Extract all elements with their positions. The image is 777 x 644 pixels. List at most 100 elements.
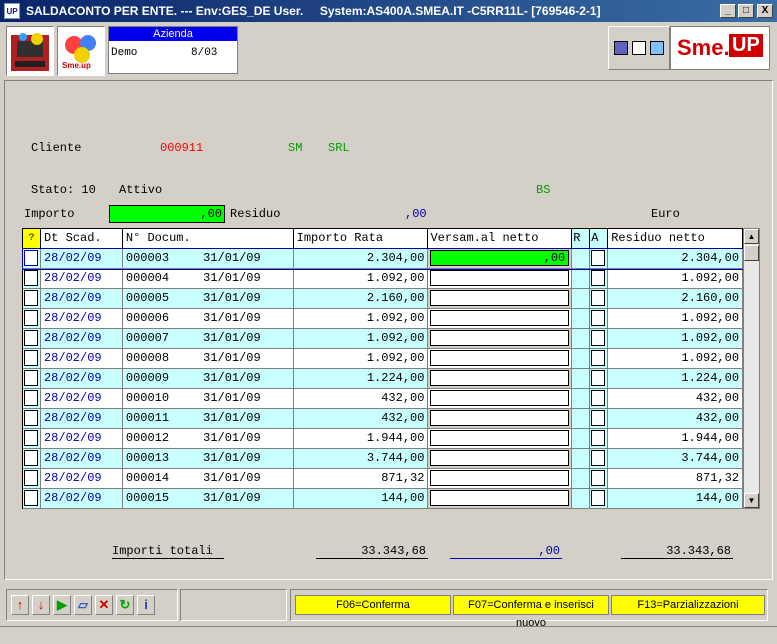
f06-confirm-button[interactable]: F06=Conferma	[295, 595, 451, 615]
versam-input[interactable]	[430, 310, 570, 326]
versam-input[interactable]: ,00	[430, 250, 570, 266]
row-select-checkbox[interactable]	[23, 329, 41, 349]
scroll-thumb[interactable]	[744, 245, 759, 261]
versam-input[interactable]	[430, 350, 570, 366]
a-checkbox[interactable]	[591, 430, 606, 446]
document-cell: 000005 31/01/09	[122, 289, 294, 309]
a-checkbox[interactable]	[591, 330, 606, 346]
table-row[interactable]: 28/02/09 000014 31/01/09 871,32 871,32	[23, 469, 744, 489]
versam-input[interactable]	[430, 410, 570, 426]
residuo-netto: 1.092,00	[608, 309, 744, 329]
versam-input[interactable]	[430, 370, 570, 386]
cliente-sm: SM	[288, 141, 303, 155]
title-bar: UP SALDACONTO PER ENTE. --- Env:GES_DE U…	[0, 0, 777, 22]
versam-cell	[428, 369, 573, 389]
a-checkbox[interactable]	[591, 270, 606, 286]
palette-icon[interactable]	[614, 41, 628, 55]
row-select-checkbox[interactable]	[23, 249, 41, 269]
doc-date: 31/01/09	[203, 271, 261, 285]
a-checkbox[interactable]	[591, 370, 606, 386]
play-icon[interactable]: ▶	[53, 595, 71, 615]
row-select-checkbox[interactable]	[23, 449, 41, 469]
info-icon[interactable]: i	[137, 595, 155, 615]
table-row[interactable]: 28/02/09 000009 31/01/09 1.224,00 1.224,00	[23, 369, 744, 389]
header-versam[interactable]: Versam.al netto	[428, 229, 573, 249]
row-select-checkbox[interactable]	[23, 289, 41, 309]
header-n-docum[interactable]: N° Docum.	[122, 229, 294, 249]
header-dt-scad[interactable]: Dt Scad.	[40, 229, 123, 249]
header-r[interactable]: R	[572, 229, 591, 249]
folder-icon[interactable]	[650, 41, 664, 55]
importo-input[interactable]: ,00	[109, 205, 225, 223]
versam-input[interactable]	[430, 330, 570, 346]
a-checkbox[interactable]	[591, 490, 606, 506]
arrow-up-icon[interactable]: ↑	[11, 595, 29, 615]
a-checkbox[interactable]	[591, 250, 606, 266]
importo-rata: 1.944,00	[293, 429, 429, 449]
table-row[interactable]: 28/02/09 000011 31/01/09 432,00 432,00	[23, 409, 744, 429]
a-checkbox[interactable]	[591, 410, 606, 426]
versam-input[interactable]	[430, 290, 570, 306]
table-row[interactable]: 28/02/09 000008 31/01/09 1.092,00 1.092,00	[23, 349, 744, 369]
row-select-checkbox[interactable]	[23, 269, 41, 289]
a-cell	[590, 489, 609, 509]
versam-input[interactable]	[430, 270, 570, 286]
table-row[interactable]: 28/02/09 000006 31/01/09 1.092,00 1.092,00	[23, 309, 744, 329]
doc-date: 31/01/09	[203, 291, 261, 305]
vertical-scrollbar[interactable]: ▲ ▼	[743, 228, 760, 509]
versam-input[interactable]	[430, 430, 570, 446]
r-cell	[572, 469, 591, 489]
maximize-button[interactable]: □	[738, 4, 754, 18]
azienda-period: 8/03	[191, 47, 218, 59]
header-residuo-netto[interactable]: Residuo netto	[608, 229, 744, 249]
row-select-checkbox[interactable]	[23, 389, 41, 409]
scroll-up-icon[interactable]: ▲	[744, 229, 759, 244]
row-select-checkbox[interactable]	[23, 309, 41, 329]
table-row[interactable]: 28/02/09 000005 31/01/09 2.160,00 2.160,00	[23, 289, 744, 309]
table-row[interactable]: 28/02/09 000004 31/01/09 1.092,00 1.092,00	[23, 269, 744, 289]
table-row[interactable]: 28/02/09 000003 31/01/09 2.304,00,00 2.304,0…	[22, 248, 744, 270]
scroll-down-icon[interactable]: ▼	[744, 493, 759, 508]
row-select-checkbox[interactable]	[23, 409, 41, 429]
document-icon[interactable]	[632, 41, 646, 55]
eraser-icon[interactable]: ▱	[74, 595, 92, 615]
row-select-checkbox[interactable]	[23, 369, 41, 389]
a-checkbox[interactable]	[591, 310, 606, 326]
versam-input[interactable]	[430, 470, 570, 486]
header-a[interactable]: A	[590, 229, 609, 249]
bs-code: BS	[536, 183, 551, 197]
smeup-small-logo[interactable]: Sme.up	[57, 26, 105, 76]
header-select[interactable]: ?	[23, 229, 41, 249]
toolbar-spacer	[180, 589, 287, 621]
minimize-button[interactable]: _	[720, 4, 736, 18]
doc-number: 000003	[125, 251, 170, 265]
document-cell: 000012 31/01/09	[122, 429, 294, 449]
a-checkbox[interactable]	[591, 450, 606, 466]
table-row[interactable]: 28/02/09 000007 31/01/09 1.092,00 1.092,00	[23, 329, 744, 349]
a-checkbox[interactable]	[591, 470, 606, 486]
row-select-checkbox[interactable]	[23, 349, 41, 369]
row-select-checkbox[interactable]	[23, 429, 41, 449]
program-logo[interactable]	[6, 26, 54, 76]
close-button[interactable]: X	[757, 4, 773, 18]
row-select-checkbox[interactable]	[23, 469, 41, 489]
arrow-down-icon[interactable]: ↓	[32, 595, 50, 615]
a-checkbox[interactable]	[591, 350, 606, 366]
table-row[interactable]: 28/02/09 000013 31/01/09 3.744,00 3.744,00	[23, 449, 744, 469]
a-checkbox[interactable]	[591, 390, 606, 406]
table-row[interactable]: 28/02/09 000010 31/01/09 432,00 432,00	[23, 389, 744, 409]
versam-input[interactable]	[430, 390, 570, 406]
delete-icon[interactable]: ✕	[95, 595, 113, 615]
table-row[interactable]: 28/02/09 000012 31/01/09 1.944,00 1.944,00	[23, 429, 744, 449]
f07-confirm-new-button[interactable]: F07=Conferma e inserisci nuovo	[453, 595, 609, 629]
row-select-checkbox[interactable]	[23, 489, 41, 509]
table-row[interactable]: 28/02/09 000015 31/01/09 144,00 144,00	[23, 489, 744, 509]
versam-cell	[428, 309, 573, 329]
f13-partial-button[interactable]: F13=Parzializzazioni	[611, 595, 765, 615]
importo-label: Importo	[24, 207, 75, 221]
versam-input[interactable]	[430, 490, 570, 506]
refresh-icon[interactable]: ↻	[116, 595, 134, 615]
header-importo-rata[interactable]: Importo Rata	[293, 229, 429, 249]
versam-input[interactable]	[430, 450, 570, 466]
a-checkbox[interactable]	[591, 290, 606, 306]
